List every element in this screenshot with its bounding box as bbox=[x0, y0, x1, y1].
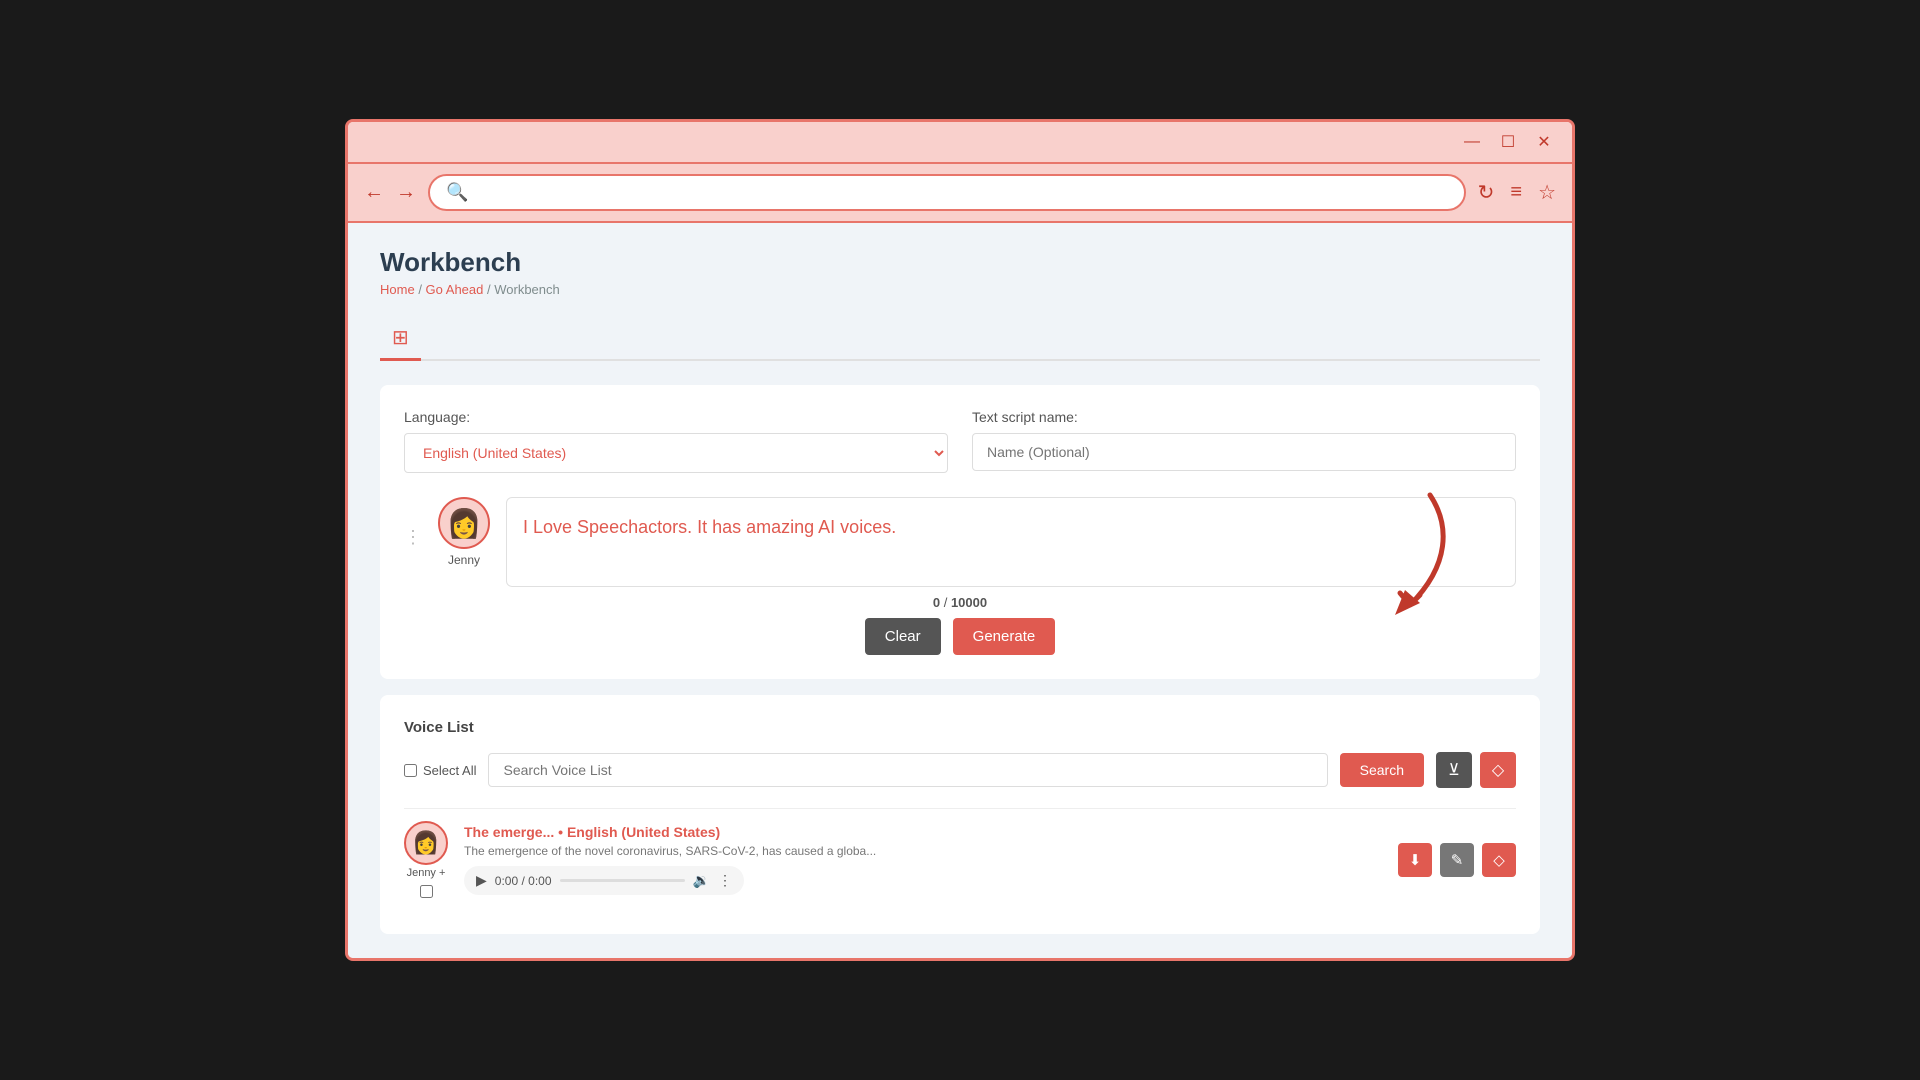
breadcrumb-current: Workbench bbox=[494, 282, 560, 297]
search-button[interactable]: Search bbox=[1340, 753, 1424, 787]
breadcrumb-goahead[interactable]: Go Ahead bbox=[426, 282, 484, 297]
search-input[interactable] bbox=[476, 184, 1447, 201]
bookmark-button[interactable]: ☆ bbox=[1538, 180, 1556, 205]
script-name-input[interactable] bbox=[972, 433, 1516, 471]
char-max: 10000 bbox=[951, 595, 987, 610]
delete-icon: ◇ bbox=[1493, 851, 1505, 869]
search-voice-input[interactable] bbox=[488, 753, 1327, 787]
language-select[interactable]: English (United States) bbox=[404, 433, 948, 473]
form-row-top: Language: English (United States) Text s… bbox=[404, 409, 1516, 473]
voice-item-actions: ⬇ ✎ ◇ bbox=[1398, 843, 1516, 877]
select-all-text: Select All bbox=[423, 763, 476, 778]
audio-progress-bar[interactable] bbox=[560, 879, 685, 882]
voice-list-title: Voice List bbox=[404, 719, 1516, 736]
voice-list-item: 👩 Jenny + The emerge... • English (Unite… bbox=[404, 808, 1516, 910]
jenny-icon: 👩 bbox=[447, 507, 482, 540]
edit-button[interactable]: ✎ bbox=[1440, 843, 1474, 877]
language-label: Language: bbox=[404, 409, 948, 425]
voice-item-desc: The emergence of the novel coronavirus, … bbox=[464, 844, 1382, 858]
download-button[interactable]: ⬇ bbox=[1398, 843, 1432, 877]
arrow-annotation bbox=[1340, 485, 1460, 650]
delete-all-button[interactable]: ◇ bbox=[1480, 752, 1516, 788]
voice-item-checkbox[interactable] bbox=[420, 885, 433, 898]
avatar-name: Jenny bbox=[448, 553, 480, 567]
download-icon: ⬇ bbox=[1409, 851, 1422, 869]
reload-button[interactable]: ↻ bbox=[1478, 180, 1495, 205]
clear-button[interactable]: Clear bbox=[865, 618, 941, 655]
breadcrumb-sep1: / bbox=[418, 282, 425, 297]
delete-icon: ◇ bbox=[1492, 760, 1504, 780]
char-count: 0 bbox=[933, 595, 940, 610]
address-bar[interactable]: 🔍 bbox=[428, 174, 1466, 211]
tab-grid-icon[interactable]: ⊞ bbox=[380, 317, 421, 361]
volume-icon[interactable]: 🔉 bbox=[693, 872, 710, 889]
delete-button[interactable]: ◇ bbox=[1482, 843, 1516, 877]
language-group: Language: English (United States) bbox=[404, 409, 948, 473]
nav-right-icons: ↻ ≡ ☆ bbox=[1478, 180, 1556, 205]
breadcrumb: Home / Go Ahead / Workbench bbox=[380, 282, 1540, 297]
minimize-button[interactable]: — bbox=[1460, 130, 1484, 154]
nav-bar: ← → 🔍 ↻ ≡ ☆ bbox=[348, 164, 1572, 223]
more-options-icon[interactable]: ⋮ bbox=[718, 872, 732, 889]
voice-item-info: The emerge... • English (United States) … bbox=[464, 824, 1382, 895]
audio-time: 0:00 / 0:00 bbox=[495, 874, 552, 888]
script-name-label: Text script name: bbox=[972, 409, 1516, 425]
edit-icon: ✎ bbox=[1451, 851, 1464, 869]
play-button[interactable]: ▶ bbox=[476, 872, 487, 889]
menu-button[interactable]: ≡ bbox=[1510, 181, 1522, 204]
char-counter: 0 / 10000 bbox=[933, 595, 987, 610]
action-buttons: Clear Generate bbox=[865, 618, 1055, 655]
audio-player: ▶ 0:00 / 0:00 🔉 ⋮ bbox=[464, 866, 744, 895]
voice-avatar-jenny: 👩 Jenny bbox=[438, 497, 490, 567]
close-button[interactable]: ✕ bbox=[1532, 130, 1556, 154]
voice-list-right-buttons: ⊻ ◇ bbox=[1436, 752, 1516, 788]
voice-item-avatar-icon: 👩 bbox=[412, 830, 439, 856]
voice-item-name: Jenny + bbox=[407, 867, 446, 879]
voice-item-avatar-circle: 👩 bbox=[404, 821, 448, 865]
tab-bar: ⊞ bbox=[380, 317, 1540, 361]
form-section: Language: English (United States) Text s… bbox=[380, 385, 1540, 679]
page-title: Workbench bbox=[380, 247, 1540, 278]
script-name-group: Text script name: bbox=[972, 409, 1516, 471]
generate-button[interactable]: Generate bbox=[953, 618, 1056, 655]
back-button[interactable]: ← bbox=[364, 181, 384, 204]
title-bar: — ☐ ✕ bbox=[348, 122, 1572, 164]
voice-list-section: Voice List Select All Search ⊻ ◇ bbox=[380, 695, 1540, 934]
browser-window: — ☐ ✕ ← → 🔍 ↻ ≡ ☆ Workbench Home / Go Ah… bbox=[345, 119, 1575, 961]
breadcrumb-home[interactable]: Home bbox=[380, 282, 415, 297]
search-icon: 🔍 bbox=[446, 182, 468, 203]
voice-item-avatar: 👩 Jenny + bbox=[404, 821, 448, 898]
forward-button[interactable]: → bbox=[396, 181, 416, 204]
maximize-button[interactable]: ☐ bbox=[1496, 130, 1520, 154]
filter-icon: ⊻ bbox=[1448, 760, 1460, 780]
drag-handle[interactable]: ⋮ bbox=[404, 527, 422, 548]
page-content: Workbench Home / Go Ahead / Workbench ⊞ bbox=[348, 223, 1572, 958]
select-all-checkbox[interactable] bbox=[404, 764, 417, 777]
voice-item-title: The emerge... • English (United States) bbox=[464, 824, 1382, 840]
filter-button[interactable]: ⊻ bbox=[1436, 752, 1472, 788]
avatar: 👩 bbox=[438, 497, 490, 549]
select-all-label[interactable]: Select All bbox=[404, 763, 476, 778]
voice-list-controls: Select All Search ⊻ ◇ bbox=[404, 752, 1516, 788]
